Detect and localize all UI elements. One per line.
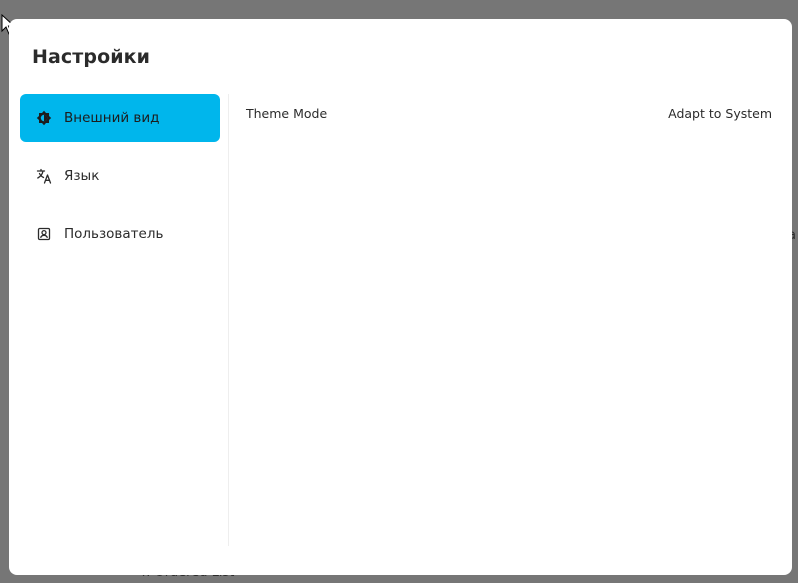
settings-sidebar: Внешний вид Язык Пользователь <box>20 94 220 268</box>
sidebar-item-language[interactable]: Язык <box>20 152 220 200</box>
translate-icon <box>36 168 52 184</box>
setting-label: Theme Mode <box>246 105 328 121</box>
sidebar-item-label: Язык <box>64 168 100 184</box>
brightness-icon <box>36 110 52 126</box>
sidebar-item-appearance[interactable]: Внешний вид <box>20 94 220 142</box>
theme-mode-select[interactable]: Adapt to System <box>668 106 772 121</box>
dialog-title: Настройки <box>32 46 151 68</box>
setting-row-theme-mode: Theme Mode Adapt to System <box>246 94 772 132</box>
settings-dialog: Настройки Внешний вид Язык Пользователь … <box>9 19 792 575</box>
sidebar-divider <box>228 94 229 546</box>
user-badge-icon <box>36 226 52 242</box>
sidebar-item-label: Внешний вид <box>64 110 160 126</box>
sidebar-item-label: Пользователь <box>64 226 164 242</box>
settings-content: Theme Mode Adapt to System <box>246 94 772 132</box>
sidebar-item-user[interactable]: Пользователь <box>20 210 220 258</box>
